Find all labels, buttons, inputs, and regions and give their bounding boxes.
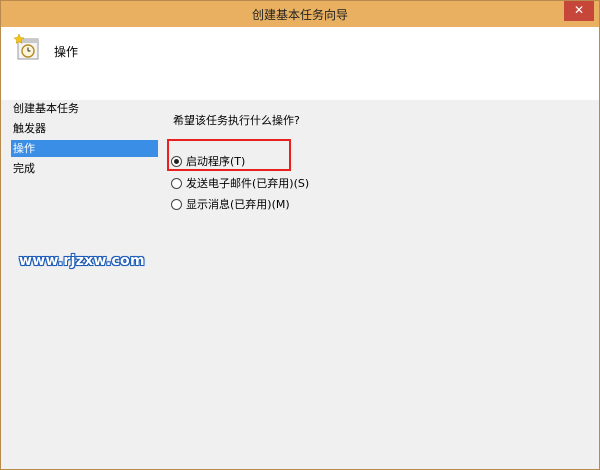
sidebar-item-create-basic-task[interactable]: 创建基本任务 bbox=[11, 100, 158, 117]
radio-show-message[interactable]: 显示消息(已弃用)(M) bbox=[171, 196, 290, 212]
wizard-header: 操作 bbox=[1, 27, 599, 100]
sidebar-item-label: 操作 bbox=[13, 142, 35, 155]
page-title: 操作 bbox=[54, 45, 79, 59]
radio-label: 显示消息(已弃用)(M) bbox=[186, 198, 290, 211]
sidebar-item-label: 完成 bbox=[13, 162, 35, 175]
sidebar-item-finish[interactable]: 完成 bbox=[11, 160, 158, 177]
sidebar-item-label: 触发器 bbox=[13, 122, 46, 135]
action-question: 希望该任务执行什么操作? bbox=[173, 114, 300, 127]
radio-button[interactable] bbox=[171, 198, 182, 210]
highlight-annotation bbox=[167, 139, 291, 171]
task-clock-icon bbox=[13, 33, 39, 60]
watermark-text: www.rjzxw.com bbox=[19, 253, 145, 269]
sidebar-item-trigger[interactable]: 触发器 bbox=[11, 120, 158, 137]
title-bar[interactable]: 创建基本任务向导 ✕ bbox=[1, 1, 599, 27]
task-wizard-window: 创建基本任务向导 ✕ 操作 创建基本任务 触发器 操作 完成 希望该任务执行什么… bbox=[0, 0, 600, 470]
window-title: 创建基本任务向导 bbox=[251, 8, 348, 22]
close-icon: ✕ bbox=[573, 3, 585, 17]
radio-label: 发送电子邮件(已弃用)(S) bbox=[186, 177, 310, 190]
sidebar-item-action[interactable]: 操作 bbox=[11, 140, 158, 157]
radio-button[interactable] bbox=[171, 177, 182, 189]
radio-send-email[interactable]: 发送电子邮件(已弃用)(S) bbox=[171, 175, 309, 191]
sidebar-item-label: 创建基本任务 bbox=[13, 102, 79, 115]
close-button[interactable]: ✕ bbox=[564, 1, 594, 21]
